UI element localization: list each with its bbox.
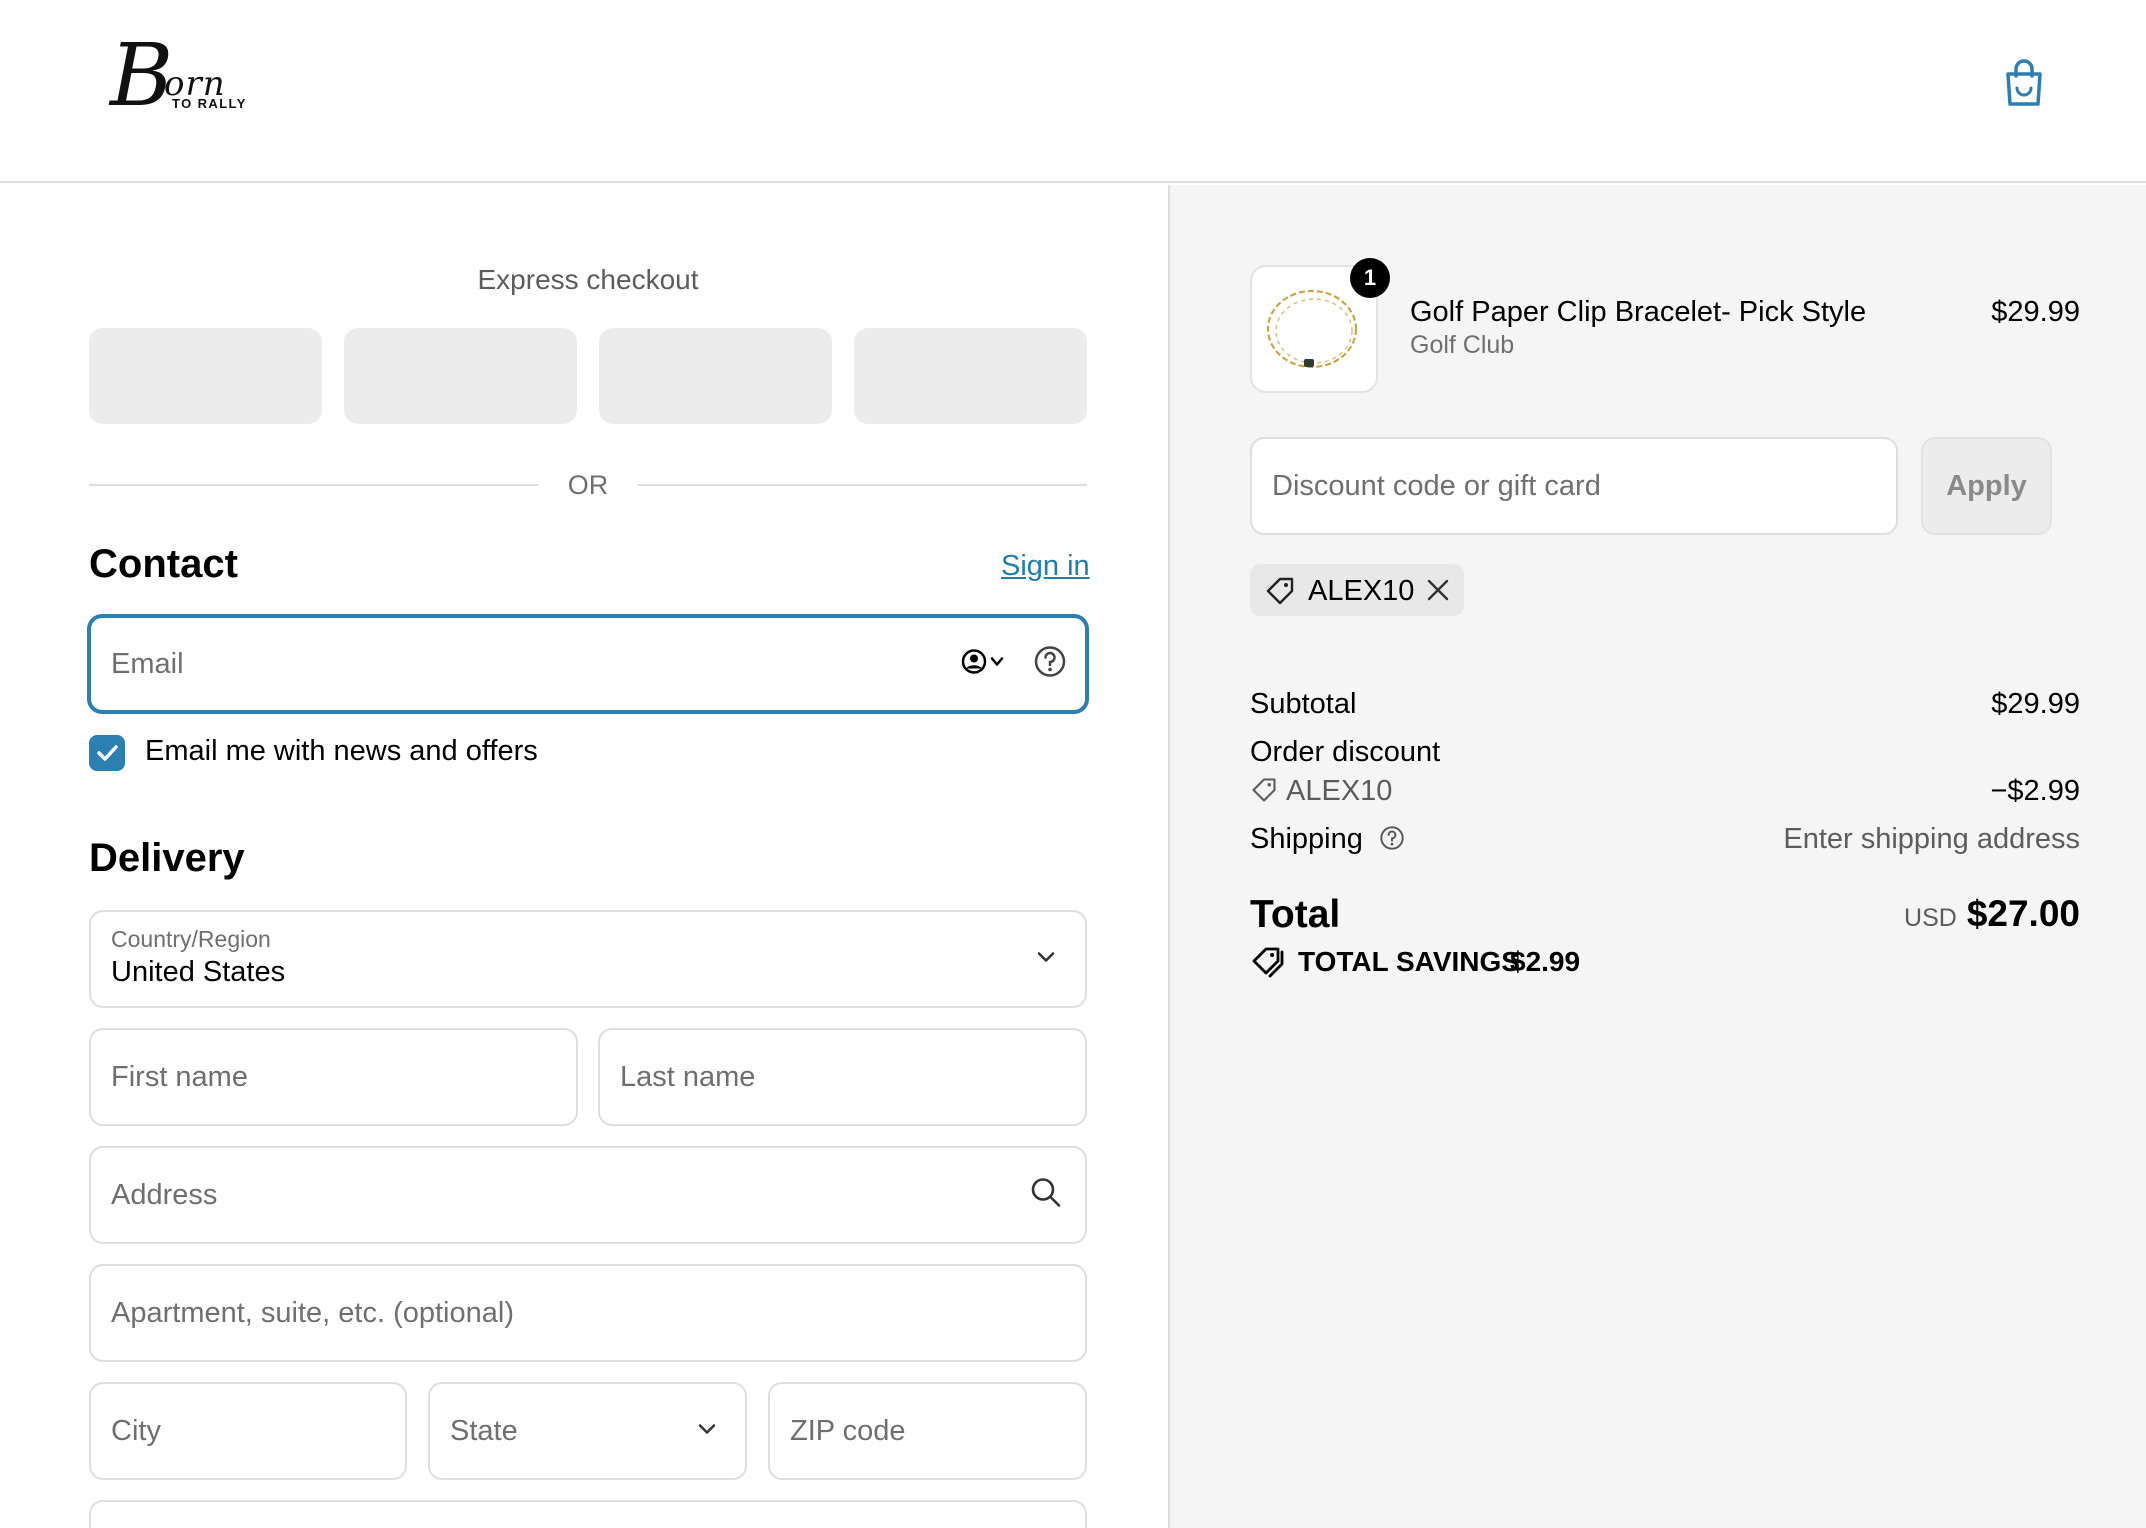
chevron-down-icon (1033, 944, 1059, 975)
sign-in-link[interactable]: Sign in (1001, 550, 1090, 583)
express-pay-button-1[interactable] (89, 328, 322, 424)
state-placeholder: State (450, 1415, 518, 1447)
order-summary: 1 Golf Paper Clip Bracelet- Pick Style G… (1168, 185, 2146, 1528)
country-value: United States (111, 956, 286, 988)
order-discount-label: Order discount (1250, 736, 1441, 768)
discount-placeholder: Discount code or gift card (1272, 470, 1601, 502)
express-checkout-title: Express checkout (477, 264, 699, 295)
apply-discount-button[interactable]: Apply (1921, 437, 2052, 535)
total-currency: USD (1904, 904, 1957, 932)
email-placeholder: Email (111, 648, 184, 680)
savings-label: TOTAL SAVINGS (1298, 946, 1520, 977)
chevron-down-icon (694, 1416, 720, 1447)
remove-discount-icon[interactable] (1424, 576, 1452, 609)
address-field[interactable]: Address (89, 1146, 1087, 1244)
order-discount-code-row: ALEX10 (1250, 775, 1392, 812)
last-name-field[interactable]: Last name (598, 1028, 1087, 1126)
logo-subtitle: TO RALLY (172, 96, 247, 111)
news-offers-checkbox[interactable] (89, 735, 125, 771)
total-value: $27.00 (1966, 893, 2080, 934)
shipping-value: Enter shipping address (1783, 823, 2080, 855)
order-discount-value: −$2.99 (1990, 775, 2080, 807)
contact-heading: Contact (89, 542, 238, 586)
apartment-field[interactable]: Apartment, suite, etc. (optional) (89, 1264, 1087, 1362)
last-name-placeholder: Last name (620, 1061, 756, 1093)
applied-discount-chip: ALEX10 (1250, 564, 1464, 616)
zip-field[interactable]: ZIP code (768, 1382, 1087, 1480)
shipping-row: Shipping (1250, 823, 1405, 859)
city-placeholder: City (111, 1415, 161, 1447)
news-offers-label: Email me with news and offers (145, 735, 538, 767)
checkout-form: Express checkout OR Contact Sign in Emai… (0, 185, 1168, 1528)
address-placeholder: Address (111, 1179, 218, 1211)
email-field[interactable]: Email (88, 615, 1088, 713)
express-pay-button-2[interactable] (344, 328, 577, 424)
phone-field-partial[interactable] (89, 1500, 1087, 1528)
product-price: $29.99 (1991, 296, 2080, 328)
country-select[interactable]: Country/Region United States (89, 910, 1087, 1008)
product-name: Golf Paper Clip Bracelet- Pick Style (1410, 296, 1867, 328)
subtotal-label: Subtotal (1250, 688, 1357, 720)
tag-icon (1250, 944, 1286, 985)
apartment-placeholder: Apartment, suite, etc. (optional) (111, 1297, 514, 1329)
state-select[interactable]: State (428, 1382, 747, 1480)
quantity-badge: 1 (1350, 258, 1390, 298)
express-pay-button-4[interactable] (854, 328, 1087, 424)
first-name-placeholder: First name (111, 1061, 248, 1093)
order-discount-code: ALEX10 (1286, 775, 1393, 807)
tag-icon (1264, 575, 1296, 612)
country-label: Country/Region (111, 926, 271, 952)
shipping-label: Shipping (1250, 823, 1363, 855)
delivery-heading: Delivery (89, 836, 245, 880)
header: B orn TO RALLY (0, 0, 2146, 183)
divider-line (637, 484, 1087, 486)
store-logo[interactable]: B orn TO RALLY (106, 26, 256, 130)
zip-placeholder: ZIP code (790, 1415, 906, 1447)
tag-icon (1250, 776, 1278, 812)
or-divider: OR (89, 467, 1087, 503)
search-icon[interactable] (1029, 1176, 1063, 1215)
savings-value: $2.99 (1510, 946, 1581, 977)
subtotal-value: $29.99 (1991, 688, 2080, 720)
product-variant: Golf Club (1410, 331, 1515, 359)
city-field[interactable]: City (89, 1382, 407, 1480)
help-icon[interactable] (1033, 645, 1067, 684)
total-label: Total (1250, 893, 1341, 936)
discount-code-input[interactable]: Discount code or gift card (1250, 437, 1898, 535)
saved-contact-icon[interactable] (961, 647, 1011, 682)
help-icon[interactable] (1379, 825, 1405, 859)
applied-code: ALEX10 (1308, 575, 1415, 607)
total-amount: USD $27.00 (1904, 893, 2080, 935)
first-name-field[interactable]: First name (89, 1028, 578, 1126)
news-offers-option[interactable]: Email me with news and offers (89, 732, 789, 772)
shopping-bag-icon[interactable] (2002, 58, 2046, 108)
express-pay-button-3[interactable] (599, 328, 832, 424)
